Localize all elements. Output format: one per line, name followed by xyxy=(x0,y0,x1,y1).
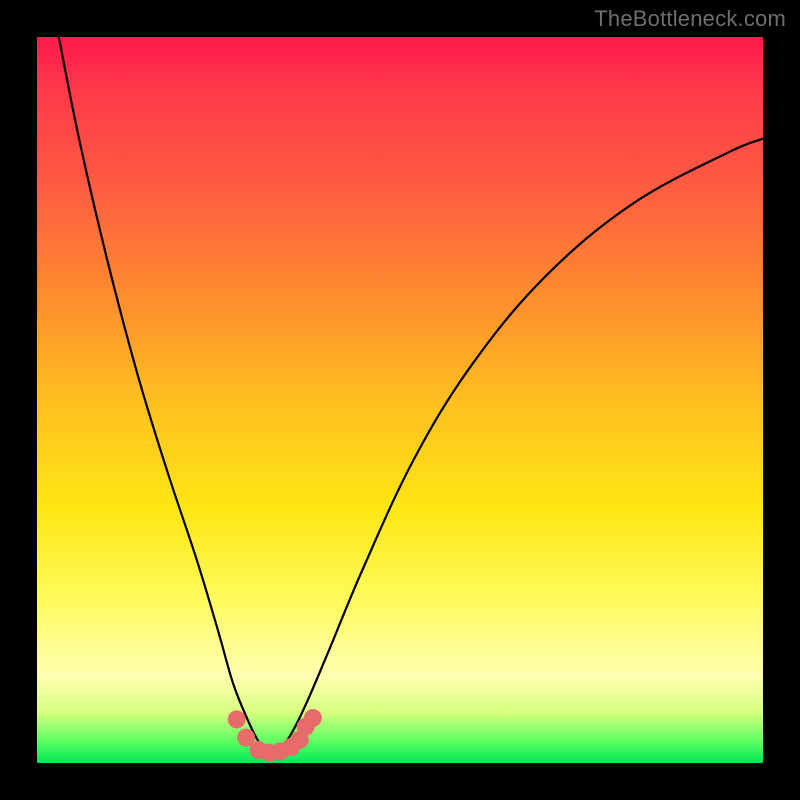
outer-frame: TheBottleneck.com xyxy=(0,0,800,800)
marker-group xyxy=(228,709,322,762)
bottleneck-curve xyxy=(59,37,763,753)
chart-plot-area xyxy=(37,37,763,763)
curve-marker xyxy=(304,709,322,727)
watermark-text: TheBottleneck.com xyxy=(594,6,786,32)
curve-marker xyxy=(228,710,246,728)
chart-svg xyxy=(37,37,763,763)
